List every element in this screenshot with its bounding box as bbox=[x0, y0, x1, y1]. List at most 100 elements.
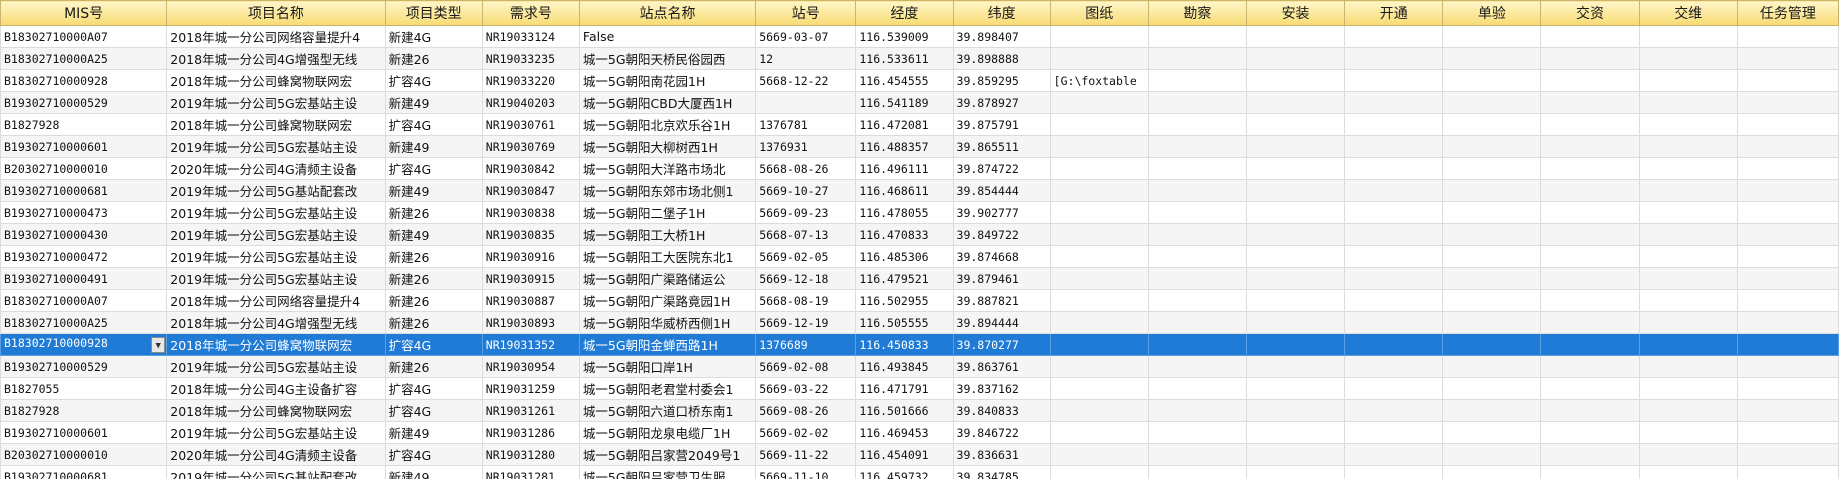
column-header-project-type[interactable]: 项目类型 bbox=[384, 0, 483, 26]
cell-mis[interactable]: B19302710000491 bbox=[0, 267, 168, 290]
cell-handover-assets[interactable] bbox=[1540, 377, 1640, 400]
cell-site-name[interactable]: 城一5G朝阳大洋路市场北 bbox=[578, 157, 757, 180]
cell-survey[interactable] bbox=[1147, 113, 1247, 136]
cell-latitude[interactable]: 39.875791 bbox=[952, 113, 1051, 136]
cell-request-no[interactable]: NR19033124 bbox=[481, 25, 580, 48]
cell-task-mgmt[interactable] bbox=[1736, 355, 1839, 378]
cell-handover-maint[interactable] bbox=[1638, 289, 1738, 312]
cell-open[interactable] bbox=[1344, 355, 1444, 378]
cell-survey[interactable] bbox=[1147, 135, 1247, 158]
cell-open[interactable] bbox=[1344, 179, 1444, 202]
cell-survey[interactable] bbox=[1147, 333, 1247, 356]
column-header-install[interactable]: 安装 bbox=[1245, 0, 1346, 26]
cell-site-no[interactable]: 1376689 bbox=[755, 333, 857, 356]
cell-project-type[interactable]: 扩容4G bbox=[384, 333, 483, 356]
cell-project-type[interactable]: 扩容4G bbox=[384, 377, 483, 400]
cell-drawing[interactable] bbox=[1049, 47, 1149, 70]
cell-site-name[interactable]: 城一5G朝阳北京欢乐谷1H bbox=[578, 113, 757, 136]
cell-open[interactable] bbox=[1344, 443, 1444, 466]
cell-project-name[interactable]: 2019年城一分公司5G宏基站主设 bbox=[166, 201, 386, 224]
cell-acceptance[interactable] bbox=[1442, 201, 1542, 224]
cell-open[interactable] bbox=[1344, 69, 1444, 92]
cell-acceptance[interactable] bbox=[1442, 355, 1542, 378]
cell-mis[interactable]: B20302710000010 bbox=[0, 157, 168, 180]
cell-task-mgmt[interactable] bbox=[1736, 135, 1839, 158]
cell-longitude[interactable]: 116.454555 bbox=[855, 69, 954, 92]
table-row[interactable]: B19302710000601 2019年城一分公司5G宏基站主设 新建49 NR19… bbox=[0, 421, 1839, 444]
cell-task-mgmt[interactable] bbox=[1736, 333, 1839, 356]
cell-project-name[interactable]: 2020年城一分公司4G清频主设备 bbox=[166, 443, 386, 466]
cell-project-type[interactable]: 新建26 bbox=[384, 311, 483, 334]
cell-latitude[interactable]: 39.898407 bbox=[952, 25, 1051, 48]
cell-project-name[interactable]: 2019年城一分公司5G基站配套改 bbox=[166, 465, 386, 479]
cell-site-name[interactable]: 城一5G朝阳龙泉电缆厂1H bbox=[578, 421, 757, 444]
cell-install[interactable] bbox=[1245, 25, 1346, 48]
cell-handover-maint[interactable] bbox=[1638, 91, 1738, 114]
cell-longitude[interactable]: 116.471791 bbox=[855, 377, 954, 400]
cell-site-no[interactable]: 5669-09-23 bbox=[755, 201, 857, 224]
cell-handover-assets[interactable] bbox=[1540, 91, 1640, 114]
cell-handover-assets[interactable] bbox=[1540, 201, 1640, 224]
column-header-handover-maint[interactable]: 交维 bbox=[1638, 0, 1738, 26]
table-row[interactable]: B18302710000A25 2018年城一分公司4G增强型无线 新建26 NR19… bbox=[0, 311, 1839, 334]
cell-drawing[interactable] bbox=[1049, 333, 1149, 356]
cell-open[interactable] bbox=[1344, 311, 1444, 334]
cell-request-no[interactable]: NR19031261 bbox=[481, 399, 580, 422]
cell-handover-assets[interactable] bbox=[1540, 157, 1640, 180]
cell-latitude[interactable]: 39.870277 bbox=[952, 333, 1051, 356]
cell-project-name[interactable]: 2019年城一分公司5G基站配套改 bbox=[166, 179, 386, 202]
cell-longitude[interactable]: 116.479521 bbox=[855, 267, 954, 290]
cell-project-name[interactable]: 2018年城一分公司蜂窝物联网宏 bbox=[166, 333, 386, 356]
cell-handover-maint[interactable] bbox=[1638, 421, 1738, 444]
cell-site-no[interactable]: 5669-12-19 bbox=[755, 311, 857, 334]
cell-install[interactable] bbox=[1245, 399, 1346, 422]
cell-project-type[interactable]: 新建26 bbox=[384, 245, 483, 268]
cell-site-no[interactable]: 5669-10-27 bbox=[755, 179, 857, 202]
cell-site-no[interactable]: 5669-11-22 bbox=[755, 443, 857, 466]
cell-site-no[interactable]: 5669-02-08 bbox=[755, 355, 857, 378]
cell-site-name[interactable]: 城一5G朝阳金蝉西路1H bbox=[578, 333, 757, 356]
cell-handover-maint[interactable] bbox=[1638, 69, 1738, 92]
cell-project-type[interactable]: 新建49 bbox=[384, 91, 483, 114]
cell-handover-maint[interactable] bbox=[1638, 377, 1738, 400]
cell-latitude[interactable]: 39.865511 bbox=[952, 135, 1051, 158]
cell-open[interactable] bbox=[1344, 47, 1444, 70]
cell-project-name[interactable]: 2019年城一分公司5G宏基站主设 bbox=[166, 421, 386, 444]
cell-site-no[interactable]: 1376781 bbox=[755, 113, 857, 136]
table-row[interactable]: ▼ B18302710000928 2018年城一分公司蜂窝物联网宏 扩容4G NR19… bbox=[0, 333, 1839, 356]
cell-longitude[interactable]: 116.505555 bbox=[855, 311, 954, 334]
cell-request-no[interactable]: NR19030847 bbox=[481, 179, 580, 202]
cell-latitude[interactable]: 39.854444 bbox=[952, 179, 1051, 202]
cell-open[interactable] bbox=[1344, 157, 1444, 180]
cell-handover-assets[interactable] bbox=[1540, 421, 1640, 444]
cell-latitude[interactable]: 39.894444 bbox=[952, 311, 1051, 334]
cell-site-name[interactable]: 城一5G朝阳东郊市场北侧1 bbox=[578, 179, 757, 202]
cell-project-type[interactable]: 新建26 bbox=[384, 267, 483, 290]
table-row[interactable]: B18302710000A07 2018年城一分公司网络容量提升4 新建26 NR19… bbox=[0, 289, 1839, 312]
cell-handover-assets[interactable] bbox=[1540, 399, 1640, 422]
cell-open[interactable] bbox=[1344, 25, 1444, 48]
cell-project-name[interactable]: 2019年城一分公司5G宏基站主设 bbox=[166, 245, 386, 268]
cell-acceptance[interactable] bbox=[1442, 223, 1542, 246]
cell-longitude[interactable]: 116.533611 bbox=[855, 47, 954, 70]
cell-install[interactable] bbox=[1245, 157, 1346, 180]
table-row[interactable]: B18302710000A25 2018年城一分公司4G增强型无线 新建26 NR19… bbox=[0, 47, 1839, 70]
cell-project-name[interactable]: 2019年城一分公司5G宏基站主设 bbox=[166, 267, 386, 290]
cell-request-no[interactable]: NR19031280 bbox=[481, 443, 580, 466]
cell-project-type[interactable]: 新建49 bbox=[384, 179, 483, 202]
cell-site-no[interactable]: 5669-02-05 bbox=[755, 245, 857, 268]
cell-handover-assets[interactable] bbox=[1540, 333, 1640, 356]
cell-longitude[interactable]: 116.472081 bbox=[855, 113, 954, 136]
cell-task-mgmt[interactable] bbox=[1736, 421, 1839, 444]
cell-task-mgmt[interactable] bbox=[1736, 311, 1839, 334]
cell-survey[interactable] bbox=[1147, 311, 1247, 334]
cell-task-mgmt[interactable] bbox=[1736, 179, 1839, 202]
cell-project-name[interactable]: 2019年城一分公司5G宏基站主设 bbox=[166, 91, 386, 114]
cell-open[interactable] bbox=[1344, 91, 1444, 114]
cell-drawing[interactable] bbox=[1049, 157, 1149, 180]
cell-survey[interactable] bbox=[1147, 69, 1247, 92]
cell-install[interactable] bbox=[1245, 135, 1346, 158]
cell-latitude[interactable]: 39.874722 bbox=[952, 157, 1051, 180]
cell-survey[interactable] bbox=[1147, 377, 1247, 400]
cell-mis[interactable]: B19302710000601 bbox=[0, 135, 168, 158]
